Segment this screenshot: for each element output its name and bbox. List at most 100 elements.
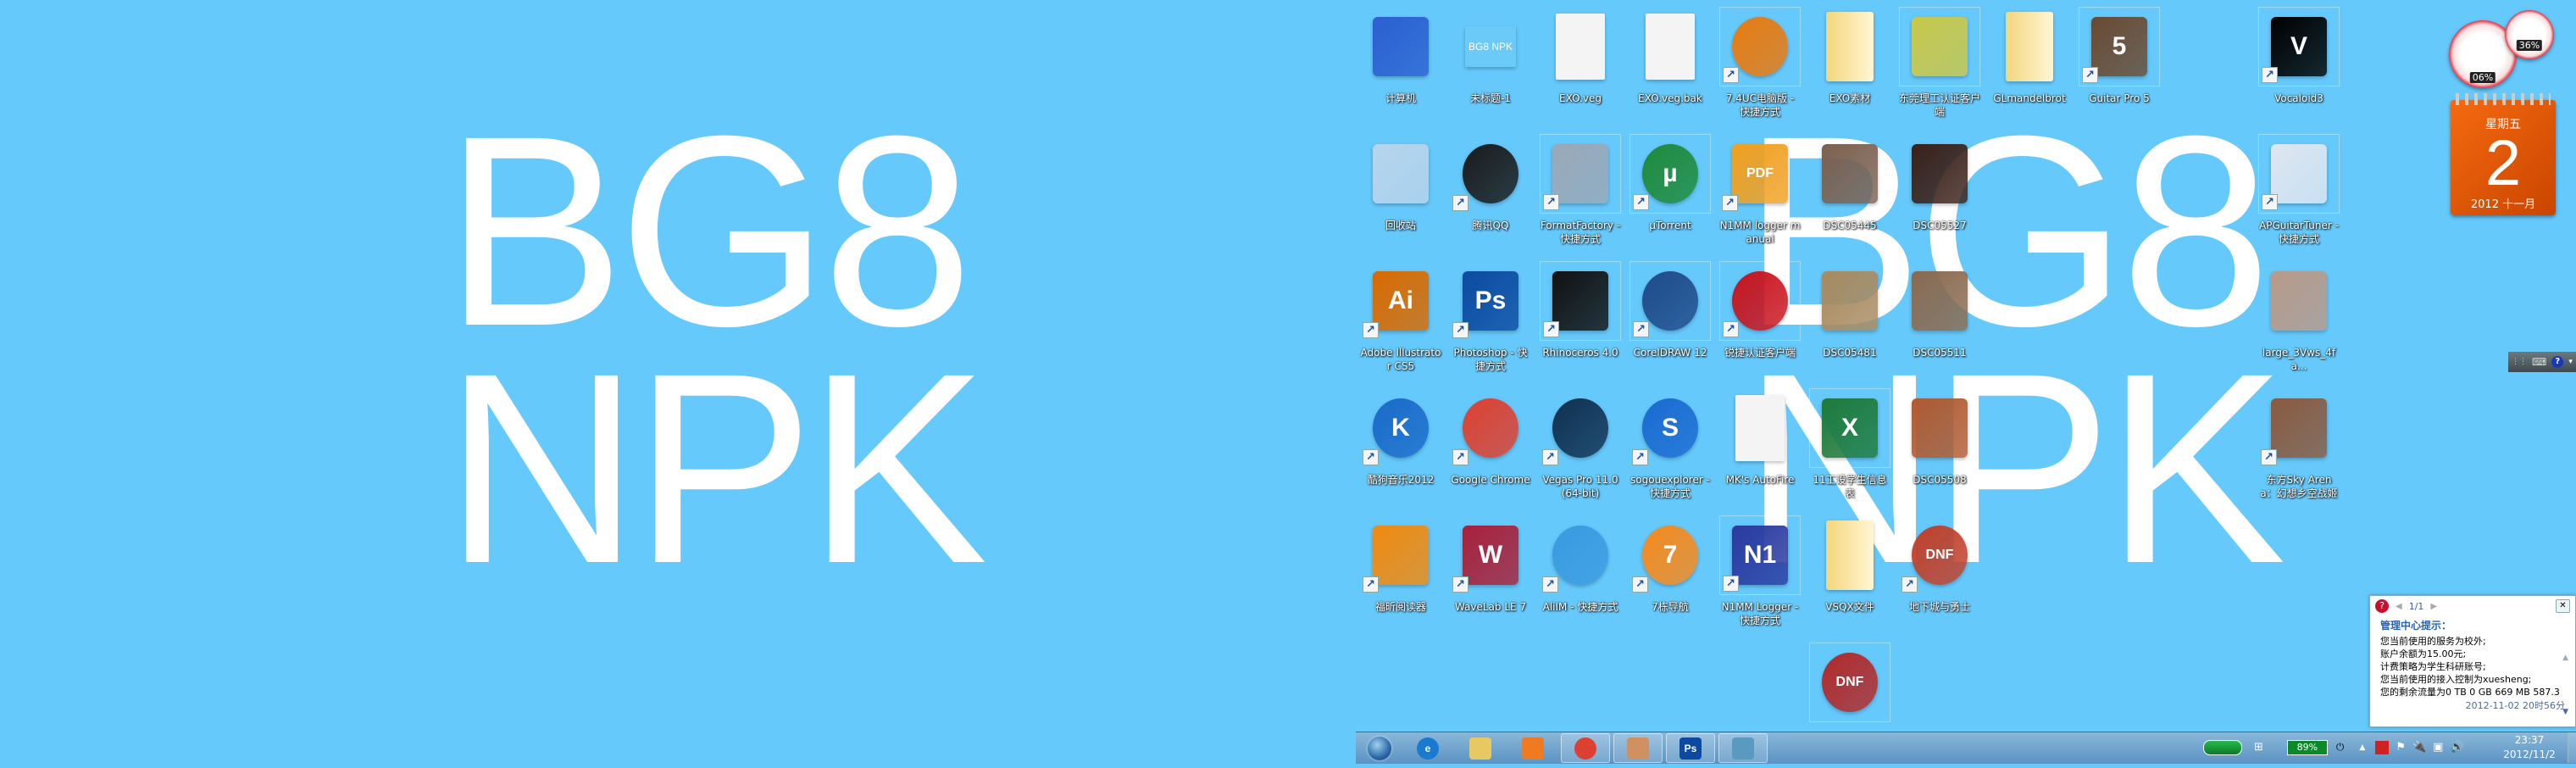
icon-label: WaveLab LE 7: [1454, 601, 1527, 613]
taskbar-button[interactable]: [1613, 733, 1663, 763]
desktop-icon[interactable]: large_3Vws_4fa...: [2257, 261, 2341, 387]
contacts-icon: [1627, 737, 1649, 760]
close-button[interactable]: ✕: [2556, 599, 2570, 613]
icon-frame: [1899, 134, 1980, 214]
icon-label: large_3Vws_4fa...: [2262, 347, 2336, 372]
network-icon[interactable]: ▣: [2433, 741, 2443, 754]
desktop-icon[interactable]: ↗ Google Chrome: [1448, 388, 1533, 514]
desktop-icon[interactable]: ↗ 7.4UC电脑版 - 快捷方式: [1718, 7, 1802, 132]
icon-label: CorelDRAW 12: [1633, 347, 1707, 359]
prev-arrow-icon[interactable]: ◀: [2396, 602, 2402, 611]
icon-glyph: W: [1478, 541, 1503, 569]
blank-file-icon: [1556, 14, 1605, 80]
icon-label: N1MM logger manual: [1719, 220, 1801, 245]
desktop-icon[interactable]: EXO.veg: [1538, 7, 1623, 132]
shortcut-arrow-icon: ↗: [1452, 195, 1468, 211]
desktop-icon[interactable]: ↗ 东方Sky Arena：幻想乡空战姬: [2257, 388, 2341, 514]
desktop-icon[interactable]: Ps ↗ Photoshop - 快捷方式: [1448, 261, 1533, 387]
desktop-icon[interactable]: ↗ APGuitarTuner - 快捷方式: [2257, 134, 2341, 259]
network-topology-icon[interactable]: ⊞: [2254, 741, 2263, 754]
desktop-icon[interactable]: DSC05445: [1807, 134, 1892, 259]
icon-glyph: X: [1840, 414, 1858, 442]
desktop-icon[interactable]: EXO.veg.bak: [1628, 7, 1713, 132]
minimize-icon[interactable]: ▾: [2568, 358, 2573, 366]
taskbar-button[interactable]: [1718, 733, 1768, 763]
desktop-icon[interactable]: ↗ Vegas Pro 11.0 (64-bit): [1538, 388, 1623, 514]
desktop-icon[interactable]: ↗ FormatFactory - 快捷方式: [1538, 134, 1623, 259]
desktop-icon[interactable]: BG8 NPK 未标题-1: [1448, 7, 1533, 132]
desktop-icon[interactable]: DSC05527: [1897, 134, 1982, 259]
desktop-icon[interactable]: 计算机: [1358, 7, 1443, 132]
cpu-meter-gadget[interactable]: 06% 36%: [2449, 10, 2559, 88]
power-plug-icon[interactable]: ⏻: [2336, 741, 2345, 754]
icon-frame: ↗: [1540, 261, 1621, 341]
icon-frame: [1809, 515, 1890, 595]
status-pill-icon[interactable]: [2203, 739, 2242, 755]
desktop-icon[interactable]: µ ↗ µTorrent: [1628, 134, 1713, 259]
desktop-icon[interactable]: Ai ↗ Adobe Illustrator CS5: [1358, 261, 1443, 387]
desktop-icon[interactable]: 7 ↗ 7栋导航: [1628, 515, 1713, 641]
folder-icon: [1826, 520, 1874, 590]
next-arrow-icon[interactable]: ▶: [2430, 602, 2437, 611]
tray-app-icon[interactable]: [2375, 740, 2390, 754]
taskbar-button[interactable]: [1508, 734, 1557, 762]
desktop-icon[interactable]: ↗ CorelDRAW 12: [1628, 261, 1713, 387]
volume-icon[interactable]: 🔊: [2450, 741, 2463, 754]
desktop-icon[interactable]: N1 ↗ N1MM Logger - 快捷方式: [1718, 515, 1802, 641]
power-icon[interactable]: 🔌: [2412, 741, 2426, 754]
desktop-icon[interactable]: MK's AutoFire: [1718, 388, 1802, 514]
icon-frame: ↗: [1629, 261, 1711, 341]
folder-icon: [1826, 12, 1874, 81]
taskbar-button[interactable]: [1456, 734, 1505, 762]
calendar-gadget[interactable]: 星期五 2 2012 十一月: [2451, 93, 2556, 215]
desktop-icon[interactable]: ↗ 腾讯QQ: [1448, 134, 1533, 259]
chrome-icon: [1463, 398, 1518, 458]
keyboard-icon[interactable]: ⌨: [2532, 356, 2546, 368]
start-button[interactable]: [1356, 734, 1403, 762]
icon-frame: ↗: [2258, 388, 2340, 468]
help-icon[interactable]: ?: [2551, 356, 2564, 368]
shortcut-arrow-icon: ↗: [1452, 449, 1468, 465]
desktop-icon[interactable]: DNF ↗ 地下城与勇士: [1897, 515, 1982, 641]
desktop-icon[interactable]: V ↗ Vocaloid3: [2257, 7, 2341, 132]
show-desktop-button[interactable]: [2568, 732, 2576, 763]
desktop-icon[interactable]: ↗ Rhinoceros 4.0: [1538, 261, 1623, 387]
language-bar[interactable]: ⋮⋮ ⌨ ? ▾: [2508, 352, 2576, 372]
excel-file-icon: X: [1822, 398, 1878, 458]
desktop-icon[interactable]: EXO素材: [1807, 7, 1892, 132]
desktop-icon[interactable]: 回收站: [1358, 134, 1443, 259]
desktop-icon[interactable]: DSC05511: [1897, 261, 1982, 387]
desktop-icon[interactable]: DSC05508: [1897, 388, 1982, 514]
desktop-icon[interactable]: PDF ↗ N1MM logger manual: [1718, 134, 1802, 259]
desktop-icon[interactable]: ↗ 锐捷认证客户端: [1718, 261, 1802, 387]
action-center-flag-icon[interactable]: ⚑: [2396, 741, 2406, 754]
desktop-icon[interactable]: GLmandelbrot: [1987, 7, 2072, 132]
taskbar-button[interactable]: Ps: [1666, 733, 1715, 763]
desktop-icon[interactable]: K ↗ 酷狗音乐2012: [1358, 388, 1443, 514]
desktop-icon[interactable]: X 11工设学生信息表: [1807, 388, 1892, 514]
icon-label: DSC05511: [1913, 347, 1967, 359]
desktop-icon[interactable]: VSQX文件: [1807, 515, 1892, 641]
show-hidden-icons-button[interactable]: ▲: [2359, 743, 2365, 752]
installer-icon: [1912, 17, 1968, 76]
desktop-icon[interactable]: W ↗ WaveLab LE 7: [1448, 515, 1533, 641]
grip-icon[interactable]: ⋮⋮: [2512, 358, 2527, 366]
scroll-up-icon[interactable]: ▲: [2562, 654, 2568, 662]
desktop-icon[interactable]: DSC05481: [1807, 261, 1892, 387]
desktop-icon[interactable]: ↗ AliIM - 快捷方式: [1538, 515, 1623, 641]
taskbar-button[interactable]: e: [1403, 734, 1452, 762]
icon-frame: ↗: [1540, 134, 1621, 214]
taskbar-clock[interactable]: 23:37 2012/11/2: [2496, 732, 2562, 763]
image-thumbnail-icon: BG8 NPK: [1465, 26, 1516, 67]
battery-icon[interactable]: 89%: [2286, 739, 2328, 755]
desktop-icon[interactable]: ↗ 福昕阅读器: [1358, 515, 1443, 641]
icon-glyph: Ps: [1474, 287, 1507, 314]
taskbar-button[interactable]: [1561, 733, 1610, 763]
desktop-icon[interactable]: 5 ↗ Guitar Pro 5: [2077, 7, 2162, 132]
icon-label: N1MM Logger - 快捷方式: [1721, 601, 1799, 626]
desktop-icon[interactable]: S ↗ sogouexplorer - 快捷方式: [1628, 388, 1713, 514]
shortcut-arrow-icon: ↗: [1632, 449, 1648, 465]
desktop-icon[interactable]: 东莞理工认证客户端: [1897, 7, 1982, 132]
scroll-down-icon[interactable]: ▼: [2562, 708, 2568, 716]
icon-frame: 7 ↗: [1629, 515, 1711, 595]
